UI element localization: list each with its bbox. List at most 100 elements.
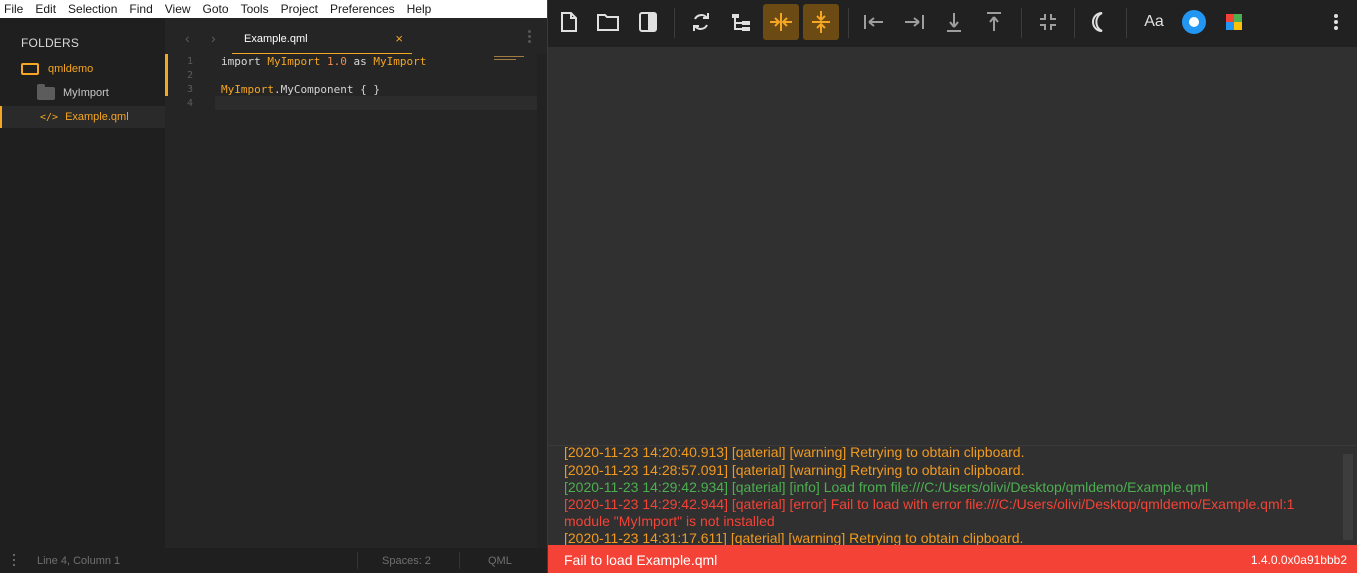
open-folder-icon <box>597 14 619 31</box>
center-vertical-icon <box>812 11 830 33</box>
code-editor: File Edit Selection Find View Goto Tools… <box>0 0 547 573</box>
menu-tools[interactable]: Tools <box>235 0 275 18</box>
material-theme-icon <box>1182 10 1206 34</box>
menu-project[interactable]: Project <box>275 0 324 18</box>
log-line: [2020-11-23 14:29:42.944] [qaterial] [er… <box>564 496 1295 512</box>
font-icon: Aa <box>1144 13 1164 30</box>
shrink-button[interactable] <box>1030 4 1066 40</box>
folder-icon <box>37 83 55 100</box>
log-line: [2020-11-23 14:28:57.091] [qaterial] [wa… <box>564 462 1025 478</box>
code-line-3: MyImport.MyComponent { } <box>221 83 380 96</box>
sidebar-toggle-button[interactable] <box>630 4 666 40</box>
type-token: MyImport <box>373 55 427 68</box>
error-message: Fail to load Example.qml <box>564 552 718 568</box>
menu-view[interactable]: View <box>159 0 197 18</box>
menu-help[interactable]: Help <box>401 0 438 18</box>
sidebar-toggle-icon <box>639 12 657 32</box>
type-token: MyImport <box>267 55 321 68</box>
error-status-bar: Fail to load Example.qml 1.4.0.0x0a91bbb… <box>548 545 1357 573</box>
chevron-right-icon[interactable]: › <box>211 30 216 46</box>
tab-example-qml[interactable]: Example.qml × <box>232 26 412 54</box>
code-line-1: import MyImport 1.0 as MyImport <box>221 55 426 68</box>
line-number: 2 <box>186 70 193 81</box>
align-bottom-icon <box>947 13 961 32</box>
align-top-button[interactable] <box>976 4 1012 40</box>
font-button[interactable]: Aa <box>1136 4 1172 40</box>
align-top-icon <box>987 12 1001 31</box>
type-token: MyImport <box>221 83 274 96</box>
tab-bar: ‹ › Example.qml × <box>165 26 547 54</box>
sidebar: FOLDERS qmldemo MyImport </> Example.qml <box>0 18 165 548</box>
sidebar-item-myimport[interactable]: MyImport <box>0 82 165 104</box>
menu-bar: File Edit Selection Find View Goto Tools… <box>0 0 547 18</box>
log-line: [2020-11-23 14:31:17.611] [qaterial] [wa… <box>564 530 1024 545</box>
tree-view-icon <box>732 14 750 31</box>
status-bar: Line 4, Column 1 Spaces: 2 QML <box>0 548 547 573</box>
sidebar-title: FOLDERS <box>21 36 80 50</box>
more-menu-icon <box>1334 12 1338 32</box>
log-line: [2020-11-23 14:20:40.913] [qaterial] [wa… <box>564 445 1025 460</box>
align-left-icon <box>864 15 883 29</box>
palette-button[interactable] <box>1216 4 1252 40</box>
material-theme-button[interactable] <box>1176 4 1212 40</box>
align-right-button[interactable] <box>896 4 932 40</box>
member-token: .MyComponent <box>273 83 354 96</box>
line-number: 4 <box>186 98 193 109</box>
syntax-setting[interactable]: QML <box>488 555 512 567</box>
open-folder-button[interactable] <box>590 4 626 40</box>
number-token: 1.0 <box>326 55 347 68</box>
log-line: module "MyImport" is not installed <box>564 513 775 529</box>
sidebar-item-qmldemo[interactable]: qmldemo <box>0 58 165 80</box>
sidebar-item-label: MyImport <box>63 87 109 99</box>
menu-goto[interactable]: Goto <box>197 0 235 18</box>
dark-theme-button[interactable] <box>1080 4 1116 40</box>
editor-scrollbar[interactable] <box>537 54 547 548</box>
code-area[interactable]: import MyImport 1.0 as MyImport MyImport… <box>215 54 537 548</box>
palette-icon <box>1226 14 1242 30</box>
keyword-token: as <box>353 55 367 68</box>
log-panel: [2020-11-23 14:20:40.913] [qaterial] [wa… <box>548 445 1357 545</box>
qml-viewer: Aa [2020-11-23 14:20:40.913] [qaterial] … <box>547 0 1357 573</box>
dark-theme-icon <box>1092 12 1103 32</box>
version-label: 1.4.0.0x0a91bbb2 <box>1250 553 1347 567</box>
tree-view-button[interactable] <box>723 4 759 40</box>
menu-selection[interactable]: Selection <box>62 0 123 18</box>
code-file-icon: </> <box>40 111 59 123</box>
line-number: 3 <box>186 84 193 95</box>
modified-lines-marker <box>165 54 168 96</box>
tab-label: Example.qml <box>244 33 308 45</box>
menu-file[interactable]: File <box>0 0 29 18</box>
more-menu-button[interactable] <box>1318 4 1354 40</box>
center-vertical-button[interactable] <box>803 4 839 40</box>
menu-edit[interactable]: Edit <box>29 0 62 18</box>
log-scrollbar[interactable] <box>1343 454 1353 540</box>
brace-token: { } <box>353 83 380 96</box>
menu-preferences[interactable]: Preferences <box>324 0 401 18</box>
reload-icon <box>693 13 709 31</box>
viewer-toolbar: Aa <box>548 0 1357 47</box>
indentation-setting[interactable]: Spaces: 2 <box>382 555 431 567</box>
new-file-button[interactable] <box>551 4 587 40</box>
menu-find[interactable]: Find <box>123 0 158 18</box>
sidebar-item-example-qml[interactable]: </> Example.qml <box>0 106 165 128</box>
app-window: File Edit Selection Find View Goto Tools… <box>0 0 1357 573</box>
close-icon[interactable]: × <box>395 31 403 46</box>
chevron-left-icon[interactable]: ‹ <box>185 30 190 46</box>
reload-button[interactable] <box>683 4 719 40</box>
folder-open-icon <box>21 63 39 75</box>
line-number: 1 <box>186 56 193 67</box>
center-horizontal-button[interactable] <box>763 4 799 40</box>
current-line-highlight <box>215 96 537 110</box>
sidebar-item-label: qmldemo <box>48 63 94 75</box>
shrink-icon <box>1040 14 1056 30</box>
panel-toggle-icon[interactable] <box>13 554 16 569</box>
new-file-icon <box>561 12 577 32</box>
cursor-position[interactable]: Line 4, Column 1 <box>37 555 120 567</box>
more-vertical-icon[interactable] <box>528 30 531 45</box>
keyword-token: import <box>221 55 261 68</box>
minimap[interactable] <box>494 56 524 62</box>
log-line: [2020-11-23 14:29:42.934] [qaterial] [in… <box>564 479 1209 495</box>
preview-canvas[interactable] <box>548 47 1357 445</box>
align-left-button[interactable] <box>856 4 892 40</box>
align-bottom-button[interactable] <box>936 4 972 40</box>
